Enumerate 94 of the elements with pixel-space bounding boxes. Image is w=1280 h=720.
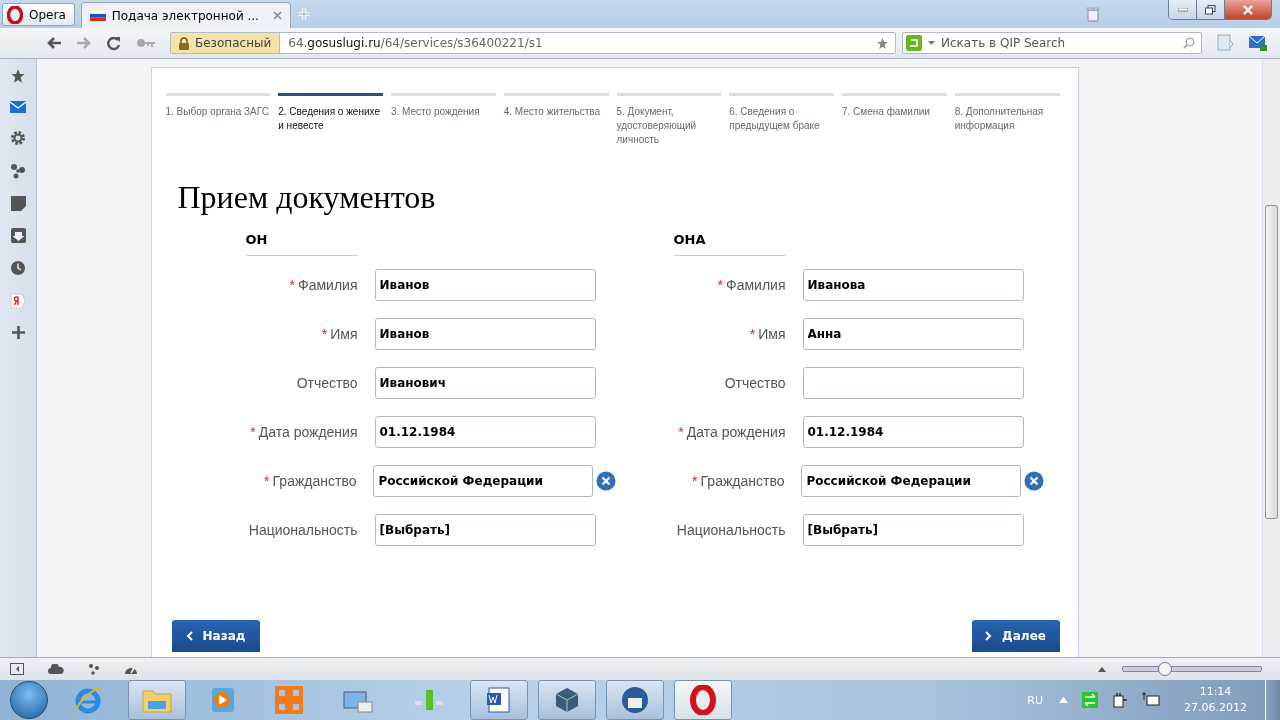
star-icon[interactable]: [876, 36, 889, 50]
gear-icon[interactable]: [10, 130, 26, 146]
back-button[interactable]: Назад: [171, 620, 260, 652]
field-label: Национальность: [247, 521, 358, 538]
yandex-icon[interactable]: [10, 293, 26, 309]
search-field[interactable]: Искать в QIP Search: [902, 32, 1202, 54]
mail-icon[interactable]: [10, 101, 26, 113]
field-label: * Дата рождения: [677, 423, 786, 440]
mail-icon[interactable]: [1248, 34, 1268, 52]
field-label: * Гражданство: [691, 472, 785, 489]
section-title: ОНА: [673, 226, 786, 256]
opera-taskbar-button[interactable]: [674, 680, 732, 720]
cube-icon: [553, 686, 581, 714]
note-icon[interactable]: [10, 196, 26, 211]
padlock-icon: [179, 36, 189, 50]
fan-icon[interactable]: [88, 663, 100, 675]
restore-button[interactable]: [1197, 0, 1225, 19]
network-icon[interactable]: [1142, 692, 1160, 708]
minimize-button[interactable]: [1169, 0, 1197, 19]
field-label: Отчество: [723, 374, 786, 391]
url-text: 64.gosuslugi.ru/64/services/s36400221/s1: [288, 36, 544, 50]
media-player-icon[interactable]: [210, 686, 236, 714]
mail-globe-icon: [620, 685, 650, 715]
input-field[interactable]: Иванова: [802, 268, 1024, 301]
power-plug-icon[interactable]: [1112, 692, 1128, 708]
input-field[interactable]: Иванов: [374, 268, 596, 301]
field-label: * Гражданство: [263, 472, 357, 489]
field-label: * Фамилия: [716, 276, 786, 293]
chevron-left-icon: [185, 631, 193, 641]
restore-icon: [1205, 4, 1216, 15]
wizard-step[interactable]: 2. Сведения о женихе и невесте: [278, 93, 383, 147]
start-button[interactable]: [10, 681, 48, 719]
show-desktop-button[interactable]: [1265, 680, 1280, 720]
input-field[interactable]: 01.12.1984: [802, 415, 1024, 448]
browser-tab[interactable]: Подача электронной ...: [80, 2, 291, 28]
close-button[interactable]: [1225, 0, 1271, 19]
word-taskbar-button[interactable]: [470, 680, 528, 720]
field-label: * Имя: [748, 325, 786, 342]
clock-icon[interactable]: [10, 260, 26, 276]
wizard-step[interactable]: 6. Сведения о предыдущем браке: [729, 93, 834, 147]
input-field[interactable]: Иванович: [374, 366, 596, 399]
section-title: ОН: [245, 226, 358, 256]
plus-icon[interactable]: [11, 326, 25, 339]
wizard-step[interactable]: 4. Место жительства: [503, 93, 609, 147]
input-field[interactable]: Российской Федерации: [373, 464, 593, 497]
folder-taskbar-button[interactable]: [128, 680, 186, 720]
clear-icon[interactable]: [595, 470, 616, 491]
star-icon[interactable]: [10, 68, 26, 84]
wizard-step[interactable]: 7. Смена фамилии: [842, 93, 947, 147]
field-label: * Имя: [320, 325, 358, 342]
document-icon: [485, 686, 513, 714]
scrollbar[interactable]: [1262, 59, 1280, 657]
security-badge[interactable]: Безопасный: [171, 33, 281, 53]
opera-logo-icon: [7, 5, 23, 24]
input-field[interactable]: [802, 366, 1024, 399]
chevron-right-icon: [985, 631, 993, 641]
caret-up-icon[interactable]: [1098, 666, 1106, 672]
folder-icon: [142, 687, 172, 713]
caret-icon[interactable]: [928, 41, 935, 45]
opera-menu-button[interactable]: Opera: [2, 3, 75, 26]
field-label: Национальность: [675, 521, 786, 538]
flag-icon: [89, 10, 106, 21]
opera-logo-icon: [690, 685, 716, 715]
field-label: * Фамилия: [288, 276, 358, 293]
fan-icon[interactable]: [10, 163, 26, 179]
next-button[interactable]: Далее: [971, 620, 1060, 652]
cloud-icon[interactable]: [48, 664, 64, 674]
minimize-icon: [1177, 7, 1188, 12]
mail-client-taskbar-button[interactable]: [606, 680, 664, 720]
reload-icon[interactable]: [106, 35, 122, 51]
input-field[interactable]: 01.12.1984: [374, 415, 596, 448]
panel-toggle-icon[interactable]: [10, 663, 24, 675]
search-placeholder: Искать в QIP Search: [941, 36, 1067, 50]
download-icon[interactable]: [10, 228, 26, 243]
back-arrow-icon[interactable]: [46, 36, 62, 50]
virtual-box-taskbar-button[interactable]: [538, 680, 596, 720]
input-field[interactable]: Иванов: [374, 317, 596, 350]
qip-logo-icon: [906, 35, 922, 51]
close-icon[interactable]: [272, 11, 282, 20]
input-field[interactable]: [Выбрать]: [802, 513, 1024, 546]
wizard-step[interactable]: 1. Выбор органа ЗАГС: [165, 93, 271, 147]
field-label: Отчество: [295, 374, 358, 391]
address-bar[interactable]: Безопасный 64.gosuslugi.ru/64/services/s36400221/s1: [170, 32, 896, 54]
wizard-step[interactable]: 5. Документ, удостоверяющий личность: [616, 93, 722, 147]
wizard-step[interactable]: 8. Дополнительная информация: [954, 93, 1060, 147]
wizard-step[interactable]: 3. Место рождения: [391, 93, 496, 147]
input-field[interactable]: Анна: [802, 317, 1024, 350]
input-field[interactable]: [Выбрать]: [374, 513, 596, 546]
input-field[interactable]: Российской Федерации: [801, 464, 1021, 497]
close-icon: [1242, 4, 1254, 15]
field-label: * Дата рождения: [249, 423, 358, 440]
clear-icon[interactable]: [1023, 470, 1044, 491]
tab-title: Подача электронной ...: [111, 8, 260, 23]
page-heading: Прием документов: [177, 179, 437, 216]
